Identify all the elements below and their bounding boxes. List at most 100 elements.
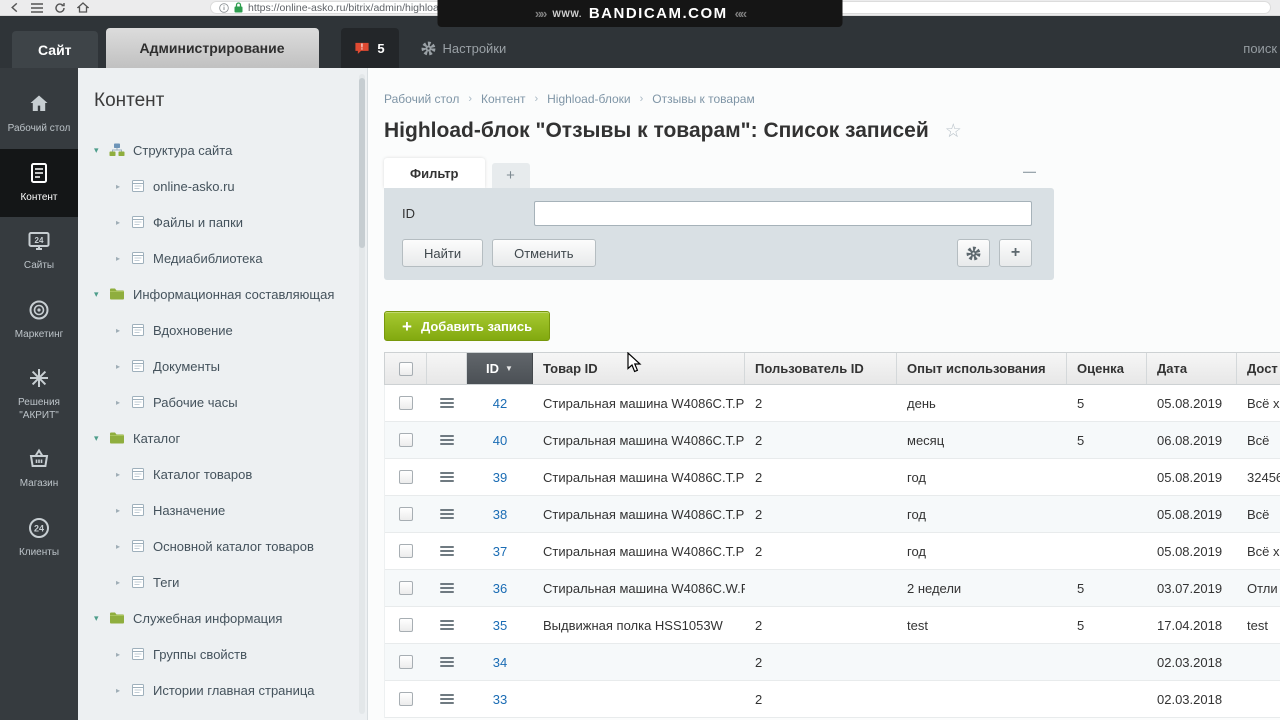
tree-item[interactable]: Документы (94, 348, 367, 384)
breadcrumb-item[interactable]: Highload-блоки (547, 92, 630, 106)
record-id-link[interactable]: 37 (493, 544, 507, 559)
tree-item-label: Медиабиблиотека (153, 250, 263, 266)
rail-item-marketing[interactable]: Маркетинг (0, 286, 78, 355)
row-checkbox[interactable] (399, 692, 413, 706)
notifications-tab[interactable]: ! 5 (340, 28, 399, 68)
row-checkbox[interactable] (399, 581, 413, 595)
row-actions-menu-icon[interactable] (440, 657, 454, 667)
rail-item-akrit[interactable]: Решения "АКРИТ" (0, 354, 78, 435)
rail-item-shop[interactable]: Магазин (0, 435, 78, 504)
row-actions-menu-icon[interactable] (440, 546, 454, 556)
column-header-availability[interactable]: Дост (1237, 353, 1280, 384)
back-icon[interactable] (9, 2, 20, 13)
home-icon[interactable] (77, 2, 89, 13)
filter-collapse-icon[interactable] (1023, 164, 1036, 179)
row-actions-menu-icon[interactable] (440, 435, 454, 445)
column-header-date[interactable]: Дата (1147, 353, 1237, 384)
row-checkbox[interactable] (399, 544, 413, 558)
tree-item[interactable]: Структура сайта (94, 132, 367, 168)
filter-tab[interactable]: Фильтр (384, 158, 485, 188)
gear-icon (966, 246, 981, 261)
column-header-experience[interactable]: Опыт использования (897, 353, 1067, 384)
row-checkbox[interactable] (399, 618, 413, 632)
menu-icon[interactable] (31, 2, 43, 13)
row-checkbox[interactable] (399, 507, 413, 521)
left-rail: Рабочий стол Контент 24 Сайты Маркетинг Решен… (0, 68, 78, 720)
record-id-link[interactable]: 35 (493, 618, 507, 633)
find-button[interactable]: Найти (402, 239, 484, 267)
row-checkbox[interactable] (399, 433, 413, 447)
row-actions-menu-icon[interactable] (440, 694, 454, 704)
tree-item[interactable]: Группы свойств (94, 636, 367, 672)
tab-site[interactable]: Сайт (12, 31, 98, 68)
column-header-user-id[interactable]: Пользователь ID (745, 353, 897, 384)
record-id-link[interactable]: 34 (493, 655, 507, 670)
record-id-link[interactable]: 42 (493, 396, 507, 411)
cell-menu (427, 607, 467, 643)
record-id-link[interactable]: 33 (493, 692, 507, 707)
content-icon (28, 161, 50, 185)
rail-item-clients[interactable]: 24 Клиенты (0, 504, 78, 573)
add-record-button[interactable]: Добавить запись (384, 311, 551, 341)
row-checkbox[interactable] (399, 396, 413, 410)
tree-item[interactable]: Информационная составляющая (94, 276, 367, 312)
tree-item[interactable]: Назначение (94, 492, 367, 528)
column-header-id[interactable]: ID (467, 353, 533, 384)
row-actions-menu-icon[interactable] (440, 398, 454, 408)
filter-id-input[interactable] (534, 201, 1032, 226)
chevron-down-icon (94, 433, 109, 444)
tree-item[interactable]: Истории главная страница (94, 672, 367, 708)
refresh-icon[interactable] (54, 2, 66, 14)
tree-item[interactable]: Файлы и папки (94, 204, 367, 240)
scrollbar-thumb[interactable] (359, 78, 365, 248)
record-id-link[interactable]: 38 (493, 507, 507, 522)
tree-item[interactable]: Вдохновение (94, 312, 367, 348)
row-checkbox[interactable] (399, 470, 413, 484)
record-id-link[interactable]: 36 (493, 581, 507, 596)
svg-text:!: ! (361, 42, 364, 51)
cancel-button[interactable]: Отменить (492, 239, 596, 267)
rail-item-content[interactable]: Контент (0, 148, 78, 217)
record-id-link[interactable]: 39 (493, 470, 507, 485)
cell-experience: 2 недели (907, 580, 962, 596)
record-id-link[interactable]: 40 (493, 433, 507, 448)
sidebar-scrollbar[interactable] (359, 74, 365, 714)
breadcrumb-item[interactable]: Отзывы к товарам (652, 92, 754, 106)
filter-add-field-button[interactable] (999, 239, 1032, 267)
search-link[interactable]: поиск (1243, 28, 1280, 68)
select-all-checkbox[interactable] (398, 361, 413, 376)
favorite-star-icon[interactable] (945, 120, 962, 143)
cell-date: 05.08.2019 (1157, 506, 1223, 522)
breadcrumb-item[interactable]: Рабочий стол (384, 92, 459, 106)
page-icon (131, 179, 145, 193)
breadcrumb-item[interactable]: Контент (481, 92, 525, 106)
row-actions-menu-icon[interactable] (440, 472, 454, 482)
column-header-rating[interactable]: Оценка (1067, 353, 1147, 384)
column-header-product[interactable]: Товар ID (533, 353, 745, 384)
chevron-right-icon (116, 398, 131, 407)
tree-item[interactable]: Теги (94, 564, 367, 600)
breadcrumb: Рабочий стол Контент Highload-блоки Отзывы … (384, 92, 1280, 106)
tab-administration[interactable]: Администрирование (105, 28, 319, 68)
filter-add-tab[interactable]: + (491, 163, 530, 188)
app-body: Рабочий стол Контент 24 Сайты Маркетинг Решен… (0, 68, 1280, 720)
rail-item-desktop[interactable]: Рабочий стол (0, 80, 78, 149)
tree-item[interactable]: online-asko.ru (94, 168, 367, 204)
cell-product-id: Стиральная машина W4086C.T.P (543, 506, 745, 522)
row-actions-menu-icon[interactable] (440, 583, 454, 593)
cell-menu (427, 422, 467, 458)
tree-item[interactable]: Рабочие часы (94, 384, 367, 420)
row-actions-menu-icon[interactable] (440, 620, 454, 630)
tree-item[interactable]: Каталог (94, 420, 367, 456)
tree-item-label: Вдохновение (153, 322, 233, 338)
tree-item[interactable]: Основной каталог товаров (94, 528, 367, 564)
filter-settings-button[interactable] (957, 239, 990, 267)
rail-item-sites[interactable]: 24 Сайты (0, 217, 78, 286)
row-checkbox[interactable] (399, 655, 413, 669)
row-actions-menu-icon[interactable] (440, 509, 454, 519)
settings-button[interactable]: Настройки (421, 28, 506, 68)
tree-item[interactable]: Каталог товаров (94, 456, 367, 492)
cell-availability: Всё (1247, 506, 1270, 522)
tree-item[interactable]: Служебная информация (94, 600, 367, 636)
tree-item[interactable]: Медиабиблиотека (94, 240, 367, 276)
